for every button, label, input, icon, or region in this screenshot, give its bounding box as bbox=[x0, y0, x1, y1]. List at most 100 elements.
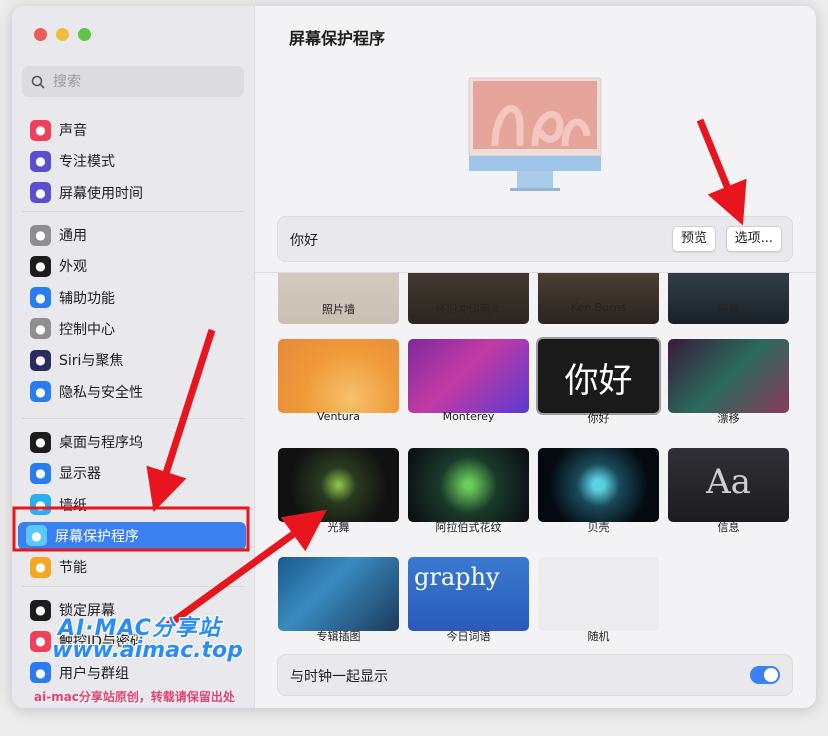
search-field[interactable] bbox=[22, 66, 244, 97]
clock-toggle[interactable] bbox=[750, 666, 780, 684]
sidebar-item-label: 节能 bbox=[59, 560, 87, 577]
dock-icon: ● bbox=[30, 431, 51, 453]
sidebar-separator bbox=[22, 211, 244, 212]
screensaver-label: 信息 bbox=[717, 521, 740, 534]
bulb-icon: ● bbox=[30, 556, 51, 578]
sidebar-item[interactable]: ● 墙纸 bbox=[22, 491, 244, 519]
screensaver-thumb[interactable]: 你好 bbox=[538, 339, 659, 413]
sidebar: ●声音●专注模式●屏幕使用时间●通用●外观●辅助功能●控制中心●Siri与聚焦●… bbox=[12, 6, 255, 708]
sidebar-item-label: 屏幕保护程序 bbox=[55, 528, 139, 545]
sidebar-item[interactable]: ● 节能 bbox=[22, 553, 244, 581]
search-input[interactable] bbox=[51, 72, 235, 91]
screensaver-label: Ken Burns bbox=[570, 301, 627, 314]
sidebar-item-label: 辅助功能 bbox=[59, 290, 115, 307]
preview-button[interactable]: 预览 bbox=[671, 226, 716, 252]
screensaver-icon: ● bbox=[26, 525, 47, 547]
wallpaper-icon: ● bbox=[30, 494, 51, 516]
thumb-text: 你好 bbox=[564, 361, 633, 401]
screensaver-thumb[interactable] bbox=[538, 557, 659, 631]
sidebar-item[interactable]: ● 专注模式 bbox=[22, 147, 244, 175]
sidebar-item[interactable]: ● 通用 bbox=[22, 221, 244, 249]
moon-icon: ● bbox=[30, 150, 51, 172]
sidebar-item[interactable]: ● 隐私与安全性 bbox=[22, 378, 244, 406]
hand-icon: ● bbox=[30, 381, 51, 402]
sidebar-item[interactable]: ● Siri与聚焦 bbox=[22, 346, 244, 374]
screensaver-thumb[interactable] bbox=[408, 448, 529, 522]
sidebar-item-label: 控制中心 bbox=[59, 321, 115, 338]
gear-icon: ● bbox=[30, 224, 51, 246]
page-title: 屏幕保护程序 bbox=[289, 29, 386, 48]
settings-window: ●声音●专注模式●屏幕使用时间●通用●外观●辅助功能●控制中心●Siri与聚焦●… bbox=[12, 6, 816, 708]
sidebar-item-label: 屏幕使用时间 bbox=[59, 185, 143, 202]
screensaver-thumb[interactable] bbox=[668, 339, 789, 413]
lock-icon: ● bbox=[30, 599, 51, 621]
screensaver-thumb[interactable]: graphy bbox=[408, 557, 529, 631]
sidebar-item-label: 用户与群组 bbox=[59, 665, 129, 682]
sidebar-item-label: 专注模式 bbox=[59, 154, 115, 171]
sidebar-separator bbox=[22, 586, 244, 587]
thumb-text: Aa bbox=[706, 462, 751, 502]
screensaver-label: 贝壳 bbox=[587, 521, 610, 534]
speaker-icon: ● bbox=[30, 119, 51, 141]
sidebar-item-label: 隐私与安全性 bbox=[59, 384, 143, 401]
sidebar-item-label: 墙纸 bbox=[59, 497, 87, 514]
screensaver-thumb[interactable] bbox=[408, 339, 529, 413]
screensaver-grid: 照片墙 怀旧冲印照片 Ken Burns 经典 Ventura Monterey 你好 你好漂… bbox=[255, 272, 816, 651]
screensaver-label: 你好 bbox=[587, 412, 610, 425]
users-icon: ● bbox=[30, 662, 51, 684]
selected-saver-name: 你好 bbox=[290, 233, 318, 249]
siri-icon: ● bbox=[30, 349, 51, 371]
screensaver-label: 阿拉伯式花纹 bbox=[435, 521, 502, 534]
screensaver-label: Ventura bbox=[317, 410, 360, 423]
sidebar-item[interactable]: ● 辅助功能 bbox=[22, 284, 244, 312]
search-icon bbox=[31, 75, 45, 89]
screensaver-thumb[interactable] bbox=[278, 557, 399, 631]
screensaver-thumb[interactable] bbox=[278, 448, 399, 522]
clock-toggle-label: 与时钟一起显示 bbox=[290, 669, 388, 685]
main-pane: 屏幕保护程序 你好 预览 选项... 照片墙 怀旧冲印照片 Ken Burns 经典 V… bbox=[255, 6, 816, 708]
hourglass-icon: ● bbox=[30, 182, 51, 204]
sidebar-item-label: Siri与聚焦 bbox=[59, 353, 124, 370]
sidebar-item-label: 声音 bbox=[59, 123, 87, 139]
screensaver-label: 漂移 bbox=[717, 412, 740, 425]
sidebar-item[interactable]: ● 声音 bbox=[22, 116, 244, 144]
options-button[interactable]: 选项... bbox=[725, 226, 782, 252]
screensaver-label: 专辑插图 bbox=[316, 630, 361, 643]
sidebar-item[interactable]: ● 外观 bbox=[22, 252, 244, 280]
screensaver-thumb[interactable] bbox=[538, 448, 659, 522]
sidebar-item-label: 通用 bbox=[59, 228, 87, 244]
watermark-line2: www.aimac.top bbox=[52, 638, 243, 663]
screensaver-label: 今日词语 bbox=[446, 630, 491, 643]
close-button[interactable] bbox=[34, 28, 47, 41]
zoom-button[interactable] bbox=[78, 28, 91, 41]
screensaver-thumb[interactable] bbox=[538, 273, 659, 324]
accessibility-icon: ● bbox=[30, 287, 51, 309]
screensaver-thumb[interactable]: Aa bbox=[668, 448, 789, 522]
sidebar-item[interactable]: ● 屏幕保护程序 bbox=[18, 521, 246, 550]
screensaver-label: 光舞 bbox=[327, 521, 350, 534]
sidebar-item[interactable]: ● 控制中心 bbox=[22, 315, 244, 343]
control-center-icon: ● bbox=[30, 318, 51, 340]
sidebar-separator bbox=[22, 418, 244, 419]
selected-saver-row: 你好 预览 选项... bbox=[277, 216, 793, 262]
screensaver-thumb[interactable] bbox=[278, 339, 399, 413]
window-controls bbox=[34, 28, 91, 41]
sun-icon: ● bbox=[30, 462, 51, 484]
screensaver-label: Monterey bbox=[442, 410, 495, 423]
sidebar-item[interactable]: ● 显示器 bbox=[22, 459, 244, 487]
screensaver-label: 照片墙 bbox=[322, 303, 355, 316]
minimize-button[interactable] bbox=[56, 28, 69, 41]
screensaver-label: 经典 bbox=[717, 303, 740, 316]
clock-toggle-row: 与时钟一起显示 bbox=[277, 654, 793, 696]
sidebar-item[interactable]: ● 桌面与程序坞 bbox=[22, 428, 244, 456]
sidebar-item-label: 外观 bbox=[59, 259, 87, 276]
screensaver-label: 怀旧冲印照片 bbox=[435, 303, 502, 316]
fingerprint-icon: ● bbox=[30, 630, 51, 652]
thumb-text: graphy bbox=[414, 563, 500, 591]
screensaver-label: 随机 bbox=[587, 630, 610, 643]
imac-preview-icon bbox=[468, 77, 602, 191]
sidebar-item-label: 显示器 bbox=[59, 466, 101, 483]
appearance-icon: ● bbox=[30, 255, 51, 277]
sidebar-item[interactable]: ● 屏幕使用时间 bbox=[22, 179, 244, 207]
sidebar-item-label: 桌面与程序坞 bbox=[59, 435, 143, 451]
